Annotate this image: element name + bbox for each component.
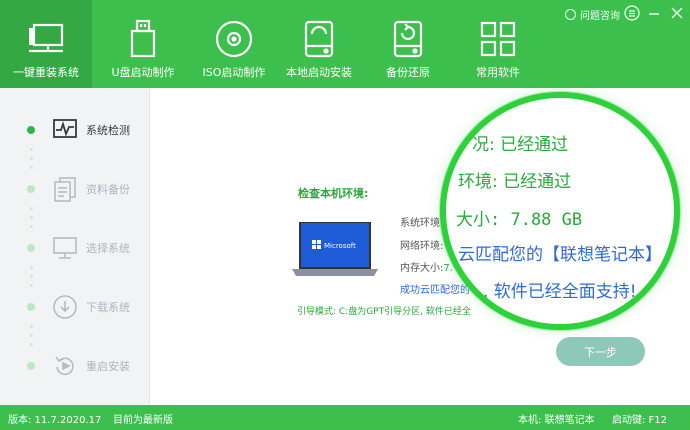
help-consult-link[interactable]: 问题咨询 bbox=[565, 6, 620, 22]
help-label: 问题咨询 bbox=[580, 10, 620, 22]
magnified-system-status: 况: 已经通过 bbox=[472, 135, 569, 155]
step-label: 系统检测 bbox=[86, 124, 130, 137]
latest-version-text: 目前为最新版 bbox=[113, 415, 173, 426]
version-text: 版本: 11.7.2020.17 bbox=[8, 415, 102, 426]
magnified-network-status: 环境: 已经通过 bbox=[458, 172, 572, 192]
boot-mode-text: 引导模式: C:盘为GPT引导分区, 软件已经全 bbox=[297, 307, 471, 317]
row-label: 网络环境: bbox=[400, 241, 444, 252]
row-value: 7. bbox=[443, 263, 453, 274]
tab-label: ISO启动制作 bbox=[202, 66, 266, 79]
monitor-icon bbox=[25, 18, 67, 60]
usb-drive-icon bbox=[122, 18, 164, 60]
step-system-detection: 系统检测 bbox=[0, 115, 150, 145]
tab-usb-boot[interactable]: U盘启动制作 bbox=[97, 0, 189, 88]
monitor-select-icon bbox=[52, 235, 78, 261]
magnified-support-text: 】, 软件已经全面支持! bbox=[466, 282, 637, 302]
tab-label: 备份还原 bbox=[386, 66, 430, 79]
step-indicator-dot bbox=[27, 126, 35, 134]
tab-label: 本地启动安装 bbox=[286, 66, 352, 79]
magnifier-lens: 况: 已经通过 环境: 已经通过 大小: 7.88 GB 云匹配您的【联想笔记本… bbox=[440, 92, 680, 330]
step-choose-system: 选择系统 bbox=[0, 233, 150, 263]
minimize-button[interactable] bbox=[645, 4, 663, 22]
tab-label: 常用软件 bbox=[476, 66, 520, 79]
settings-menu-button[interactable] bbox=[623, 4, 641, 22]
step-indicator-dot bbox=[27, 244, 35, 252]
laptop-logo-text: Microsoft bbox=[324, 242, 356, 250]
tab-common-software[interactable]: 常用软件 bbox=[452, 0, 544, 88]
download-icon bbox=[52, 294, 78, 320]
system-environment-row: 系统环境: bbox=[400, 214, 443, 229]
machine-model-text: 本机: 联想笔记本 bbox=[518, 415, 595, 426]
next-step-button[interactable]: 下一步 bbox=[556, 337, 645, 366]
step-label: 选择系统 bbox=[86, 242, 130, 255]
restart-icon bbox=[52, 353, 78, 379]
row-label: 系统环境: bbox=[400, 218, 444, 229]
menu-icon bbox=[624, 5, 640, 21]
backup-restore-icon bbox=[387, 18, 429, 60]
magnified-memory-size: 大小: 7.88 GB bbox=[456, 210, 583, 230]
step-indicator-dot bbox=[27, 185, 35, 193]
memory-size-row: 内存大小:7. bbox=[400, 259, 453, 274]
tab-backup-restore[interactable]: 备份还原 bbox=[362, 0, 454, 88]
row-label: 内存大小: bbox=[400, 263, 444, 274]
help-icon bbox=[565, 8, 576, 20]
tab-label: 一键重装系统 bbox=[13, 66, 79, 79]
step-label: 资料备份 bbox=[86, 183, 130, 196]
check-environment-title: 检查本机环境: bbox=[298, 187, 369, 200]
network-environment-row: 网络环境: bbox=[400, 237, 443, 252]
step-label: 下载系统 bbox=[86, 301, 130, 314]
tab-local-boot-install[interactable]: 本地启动安装 bbox=[273, 0, 365, 88]
step-indicator-dot bbox=[27, 362, 35, 370]
magnified-cloud-match: 云匹配您的【联想笔记本】 bbox=[458, 245, 662, 265]
tab-iso-boot[interactable]: ISO启动制作 bbox=[188, 0, 280, 88]
step-download-system: 下载系统 bbox=[0, 292, 150, 322]
tab-one-click-reinstall[interactable]: 一键重装系统 bbox=[0, 0, 92, 88]
step-sidebar: 系统检测 资料备份 选择系统 下载系统 重启安装 bbox=[0, 88, 150, 405]
grid-apps-icon bbox=[477, 18, 519, 60]
cloud-match-text: 成功云匹配您的 bbox=[400, 285, 470, 296]
close-button[interactable] bbox=[668, 4, 686, 22]
tab-label: U盘启动制作 bbox=[111, 66, 175, 79]
boot-hotkey-text: 启动键: F12 bbox=[612, 415, 668, 426]
minimize-icon bbox=[649, 13, 659, 15]
top-navigation-bar: 一键重装系统 U盘启动制作 ISO启动制作 本地启动安装 备份还原 常用软件 问… bbox=[0, 0, 690, 88]
hard-drive-icon bbox=[298, 18, 340, 60]
step-label: 重启安装 bbox=[86, 360, 130, 373]
pulse-monitor-icon bbox=[52, 117, 78, 143]
document-copy-icon bbox=[52, 176, 78, 202]
status-bar: 版本: 11.7.2020.17 目前为最新版 本机: 联想笔记本 启动键: F… bbox=[0, 405, 690, 430]
disc-icon bbox=[213, 18, 255, 60]
laptop-illustration: Microsoft bbox=[290, 221, 380, 278]
step-indicator-dot bbox=[27, 303, 35, 311]
close-icon bbox=[671, 7, 683, 19]
step-restart-install: 重启安装 bbox=[0, 351, 150, 381]
step-data-backup: 资料备份 bbox=[0, 174, 150, 204]
